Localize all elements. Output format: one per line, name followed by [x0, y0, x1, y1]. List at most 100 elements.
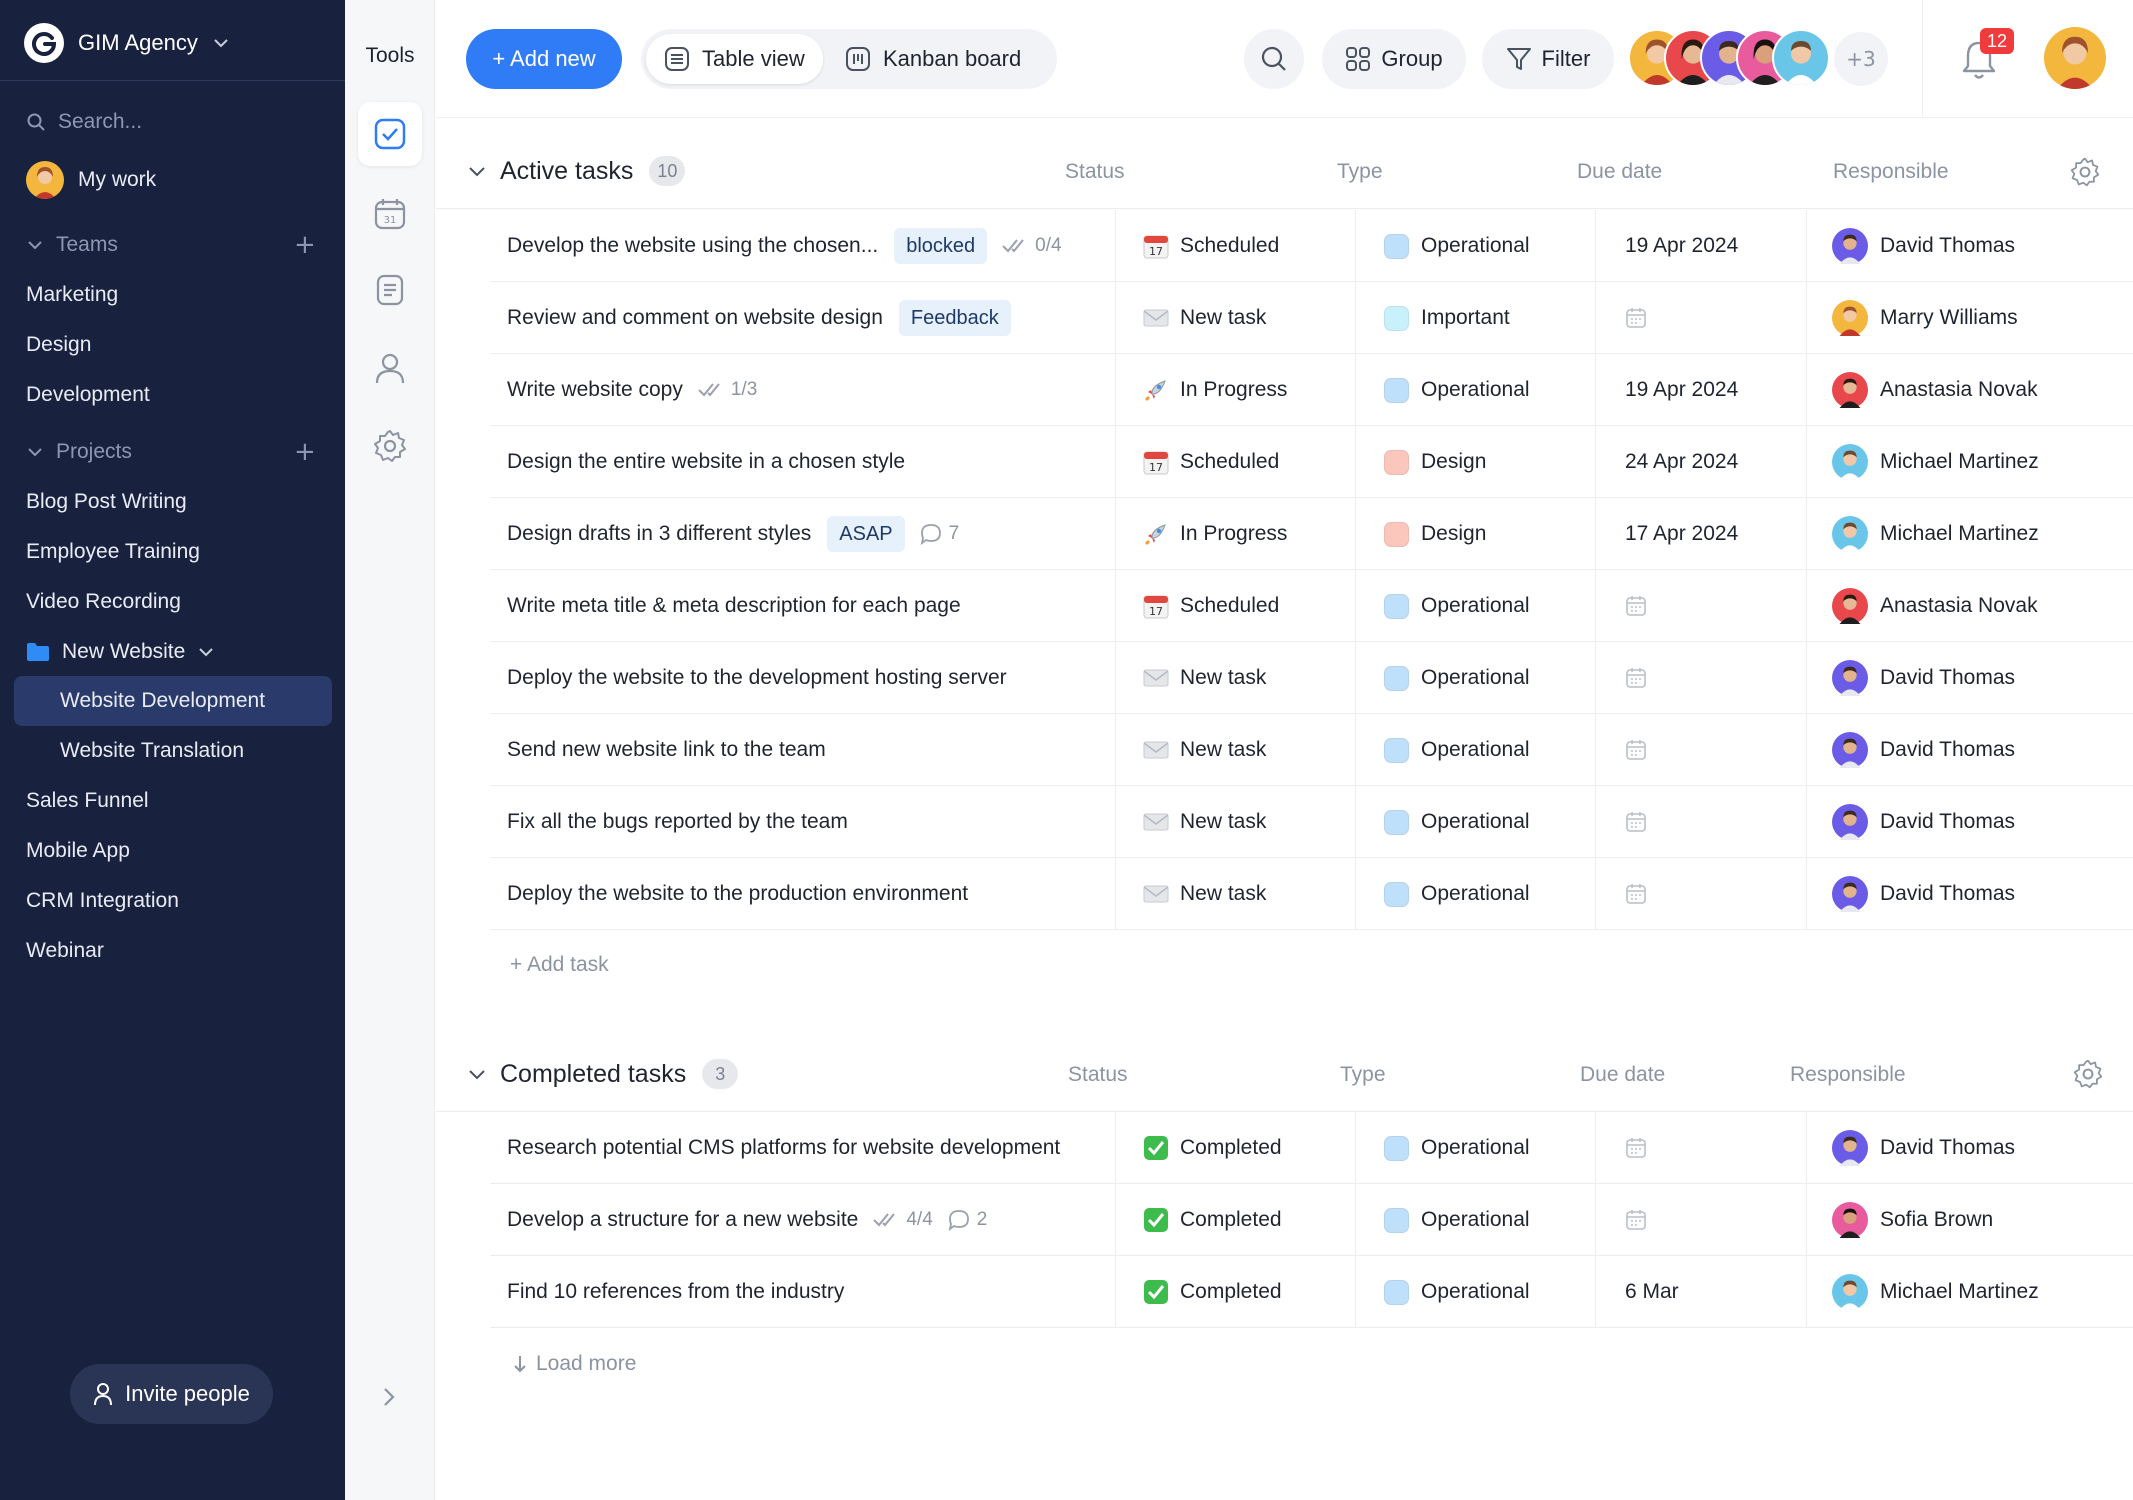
active-tasks-header[interactable]: Active tasks 10 [466, 146, 686, 196]
due-date-cell[interactable] [1624, 714, 1648, 786]
tool-notes[interactable] [358, 258, 422, 322]
table-row[interactable]: Write website copy 1/3 In Progress Operatio… [490, 354, 2133, 426]
member-avatars[interactable]: +3 [1628, 29, 1888, 89]
type-cell[interactable]: Operational [1380, 786, 1530, 858]
responsible-cell[interactable]: Michael Martinez [1832, 426, 2039, 498]
status-cell[interactable]: 17 Scheduled [1142, 210, 1279, 282]
table-row[interactable]: Write meta title & meta description for … [490, 570, 2133, 642]
tool-tasks[interactable] [358, 102, 422, 166]
tool-calendar[interactable]: 31 [358, 182, 422, 246]
type-cell[interactable]: Operational [1380, 210, 1530, 282]
load-more-button[interactable]: Load more [512, 1352, 636, 1376]
type-cell[interactable]: Design [1380, 498, 1486, 570]
sidebar-item-webinar[interactable]: Webinar [26, 931, 104, 971]
tool-people[interactable] [358, 336, 422, 400]
sidebar-item-design[interactable]: Design [26, 325, 91, 365]
task-name-cell[interactable]: Design drafts in 3 different styles ASAP 7 [507, 498, 959, 570]
projects-header[interactable]: Projects [26, 432, 132, 472]
table-row[interactable]: Deploy the website to the production env… [490, 858, 2133, 930]
status-cell[interactable]: New task [1142, 642, 1266, 714]
sidebar-item-my-work[interactable]: My work [26, 160, 156, 200]
add-task-button[interactable]: + Add task [510, 953, 609, 977]
responsible-cell[interactable]: Michael Martinez [1832, 498, 2039, 570]
tool-settings[interactable] [358, 414, 422, 478]
sidebar-item-video-recording[interactable]: Video Recording [26, 582, 181, 622]
table-row[interactable]: Research potential CMS platforms for web… [490, 1112, 2133, 1184]
task-tag[interactable]: Feedback [898, 300, 1011, 336]
responsible-cell[interactable]: David Thomas [1832, 1112, 2015, 1184]
add-team-icon[interactable]: + [294, 225, 316, 265]
responsible-cell[interactable]: David Thomas [1832, 210, 2015, 282]
add-project-icon[interactable]: + [294, 432, 316, 472]
sidebar-item-crm-integration[interactable]: CRM Integration [26, 881, 179, 921]
tab-table-view[interactable]: Table view [646, 34, 823, 84]
responsible-cell[interactable]: David Thomas [1832, 858, 2015, 930]
table-row[interactable]: Develop the website using the chosen... b… [490, 210, 2133, 282]
sidebar-folder-new-website[interactable]: New Website [26, 632, 215, 672]
filter-button[interactable]: Filter [1482, 29, 1614, 89]
sidebar-item-development[interactable]: Development [26, 375, 150, 415]
task-name-cell[interactable]: Find 10 references from the industry [507, 1256, 844, 1328]
type-cell[interactable]: Important [1380, 282, 1510, 354]
responsible-cell[interactable]: Anastasia Novak [1832, 354, 2038, 426]
current-user-avatar[interactable] [2044, 27, 2106, 89]
responsible-cell[interactable]: David Thomas [1832, 786, 2015, 858]
task-name-cell[interactable]: Develop a structure for a new website 4/4… [507, 1184, 987, 1256]
invite-people-button[interactable]: Invite people [70, 1364, 273, 1424]
search-button[interactable] [1244, 29, 1304, 89]
sidebar-item-employee-training[interactable]: Employee Training [26, 532, 200, 572]
table-row[interactable]: Develop a structure for a new website 4/4… [490, 1184, 2133, 1256]
due-date-cell[interactable] [1624, 1184, 1648, 1256]
due-date-cell[interactable]: 6 Mar [1625, 1256, 1679, 1328]
sidebar-item-sales-funnel[interactable]: Sales Funnel [26, 781, 149, 821]
sidebar-item-website-development[interactable]: Website Development [60, 681, 265, 721]
completed-tasks-header[interactable]: Completed tasks 3 [466, 1049, 739, 1099]
teams-header[interactable]: Teams [26, 225, 118, 265]
due-date-cell[interactable] [1624, 858, 1648, 930]
status-cell[interactable]: In Progress [1142, 498, 1287, 570]
responsible-cell[interactable]: Marry Williams [1832, 282, 2018, 354]
type-cell[interactable]: Operational [1380, 642, 1530, 714]
responsible-cell[interactable]: Anastasia Novak [1832, 570, 2038, 642]
task-name-cell[interactable]: Send new website link to the team [507, 714, 826, 786]
task-name-cell[interactable]: Develop the website using the chosen... b… [507, 210, 1062, 282]
sidebar-item-website-translation[interactable]: Website Translation [60, 731, 244, 771]
due-date-cell[interactable] [1624, 570, 1648, 642]
status-cell[interactable]: 17 Scheduled [1142, 570, 1279, 642]
responsible-cell[interactable]: Michael Martinez [1832, 1256, 2039, 1328]
due-date-cell[interactable]: 17 Apr 2024 [1625, 498, 1738, 570]
task-name-cell[interactable]: Research potential CMS platforms for web… [507, 1112, 1060, 1184]
table-row[interactable]: Send new website link to the team New tas… [490, 714, 2133, 786]
type-cell[interactable]: Operational [1380, 570, 1530, 642]
task-name-cell[interactable]: Write website copy 1/3 [507, 354, 757, 426]
responsible-cell[interactable]: David Thomas [1832, 714, 2015, 786]
task-name-cell[interactable]: Deploy the website to the production env… [507, 858, 968, 930]
expand-chevron-icon[interactable] [379, 1386, 399, 1413]
sidebar-item-blog-post-writing[interactable]: Blog Post Writing [26, 482, 187, 522]
type-cell[interactable]: Design [1380, 426, 1486, 498]
due-date-cell[interactable] [1624, 1112, 1648, 1184]
table-row[interactable]: Design the entire website in a chosen st… [490, 426, 2133, 498]
task-tag[interactable]: blocked [894, 228, 988, 264]
table-row[interactable]: Fix all the bugs reported by the team New… [490, 786, 2133, 858]
more-members-count[interactable]: +3 [1834, 32, 1888, 86]
task-tag[interactable]: ASAP [827, 516, 905, 552]
type-cell[interactable]: Operational [1380, 1112, 1530, 1184]
due-date-cell[interactable]: 19 Apr 2024 [1625, 210, 1738, 282]
due-date-cell[interactable] [1624, 642, 1648, 714]
status-cell[interactable]: 17 Scheduled [1142, 426, 1279, 498]
tab-kanban-board[interactable]: Kanban board [827, 34, 1039, 84]
type-cell[interactable]: Operational [1380, 858, 1530, 930]
table-row[interactable]: Review and comment on website design Feed… [490, 282, 2133, 354]
task-name-cell[interactable]: Fix all the bugs reported by the team [507, 786, 848, 858]
task-name-cell[interactable]: Review and comment on website design Feed… [507, 282, 1011, 354]
add-new-button[interactable]: + Add new [466, 29, 622, 89]
type-cell[interactable]: Operational [1380, 1256, 1530, 1328]
due-date-cell[interactable]: 24 Apr 2024 [1625, 426, 1738, 498]
group-button[interactable]: Group [1322, 29, 1466, 89]
status-cell[interactable]: Completed [1142, 1184, 1282, 1256]
table-settings-gear-icon[interactable] [2072, 1058, 2104, 1095]
due-date-cell[interactable] [1624, 786, 1648, 858]
status-cell[interactable]: In Progress [1142, 354, 1287, 426]
sidebar-search[interactable]: Search... [26, 102, 142, 142]
